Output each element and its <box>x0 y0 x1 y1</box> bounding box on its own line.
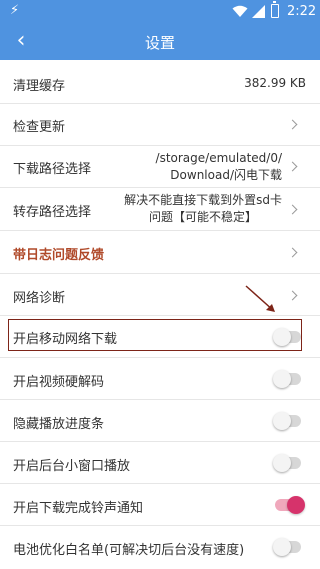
highlight-box <box>8 319 302 351</box>
chevron-right-icon <box>287 161 298 172</box>
status-bar: ⚡ 2:22 <box>0 0 320 24</box>
signal-icon <box>252 5 265 18</box>
setting-transfer-path[interactable]: 转存路径选择 解决不能直接下载到外置sd卡 问题【可能不稳定】 <box>0 188 320 231</box>
toggle-knob <box>273 370 291 388</box>
setting-battery-whitelist[interactable]: 电池优化白名单(可解决切后台没有速度) <box>0 526 320 568</box>
setting-clear-cache[interactable]: 清理缓存 382.99 KB <box>0 63 320 104</box>
pip-play-toggle[interactable] <box>273 454 301 472</box>
wifi-icon <box>232 5 248 17</box>
setting-label: 开启后台小窗口播放 <box>13 459 131 474</box>
toggle-knob <box>273 412 291 430</box>
setting-download-path[interactable]: 下载路径选择 /storage/emulated/0/ Download/闪电下… <box>0 146 320 188</box>
setting-label: 开启下载完成铃声通知 <box>13 501 144 516</box>
chevron-right-icon <box>287 119 298 130</box>
setting-pip-play[interactable]: 开启后台小窗口播放 <box>0 442 320 484</box>
setting-label: 下载路径选择 <box>13 162 92 177</box>
clock-text: 2:22 <box>287 4 317 19</box>
setting-label: 清理缓存 <box>13 79 66 94</box>
hide-progress-toggle[interactable] <box>273 412 301 430</box>
setting-label: 网络诊断 <box>13 291 66 306</box>
hw-decode-toggle[interactable] <box>273 370 301 388</box>
transfer-path-line: 问题【可能不稳定】 <box>149 210 258 224</box>
battery-icon <box>271 1 279 18</box>
setting-label: 开启视频硬解码 <box>13 375 105 390</box>
setting-label: 检查更新 <box>13 120 66 135</box>
flash-icon: ⚡ <box>10 3 20 18</box>
setting-label: 转存路径选择 <box>13 205 92 220</box>
transfer-path-line: 解决不能直接下载到外置sd卡 <box>124 193 282 207</box>
toggle-knob <box>273 538 291 556</box>
download-path-line: Download/闪电下载 <box>170 168 282 182</box>
setting-download-ringtone[interactable]: 开启下载完成铃声通知 <box>0 484 320 526</box>
page-title: 设置 <box>144 34 175 52</box>
setting-label: 隐藏播放进度条 <box>13 417 105 432</box>
setting-hide-progress[interactable]: 隐藏播放进度条 <box>0 400 320 442</box>
setting-hw-decode[interactable]: 开启视频硬解码 <box>0 358 320 400</box>
download-ringtone-toggle[interactable] <box>275 496 305 514</box>
transfer-path-value: 解决不能直接下载到外置sd卡 问题【可能不稳定】 <box>124 192 282 226</box>
setting-check-update[interactable]: 检查更新 <box>0 104 320 146</box>
toggle-knob <box>287 496 305 514</box>
app-bar: ‹ 设置 <box>0 24 320 60</box>
setting-label: 电池优化白名单(可解决切后台没有速度) <box>13 543 245 558</box>
battery-whitelist-toggle[interactable] <box>273 538 301 556</box>
download-path-value: /storage/emulated/0/ Download/闪电下载 <box>156 150 282 184</box>
chevron-right-icon <box>287 204 298 215</box>
toggle-knob <box>273 454 291 472</box>
cache-size-value: 382.99 KB <box>244 76 306 90</box>
setting-label: 带日志问题反馈 <box>13 248 105 263</box>
chevron-right-icon <box>287 247 298 258</box>
setting-log-feedback[interactable]: 带日志问题反馈 <box>0 231 320 274</box>
arrow-annotation-icon <box>245 285 275 312</box>
download-path-line: /storage/emulated/0/ <box>155 151 282 165</box>
chevron-right-icon <box>287 290 298 301</box>
